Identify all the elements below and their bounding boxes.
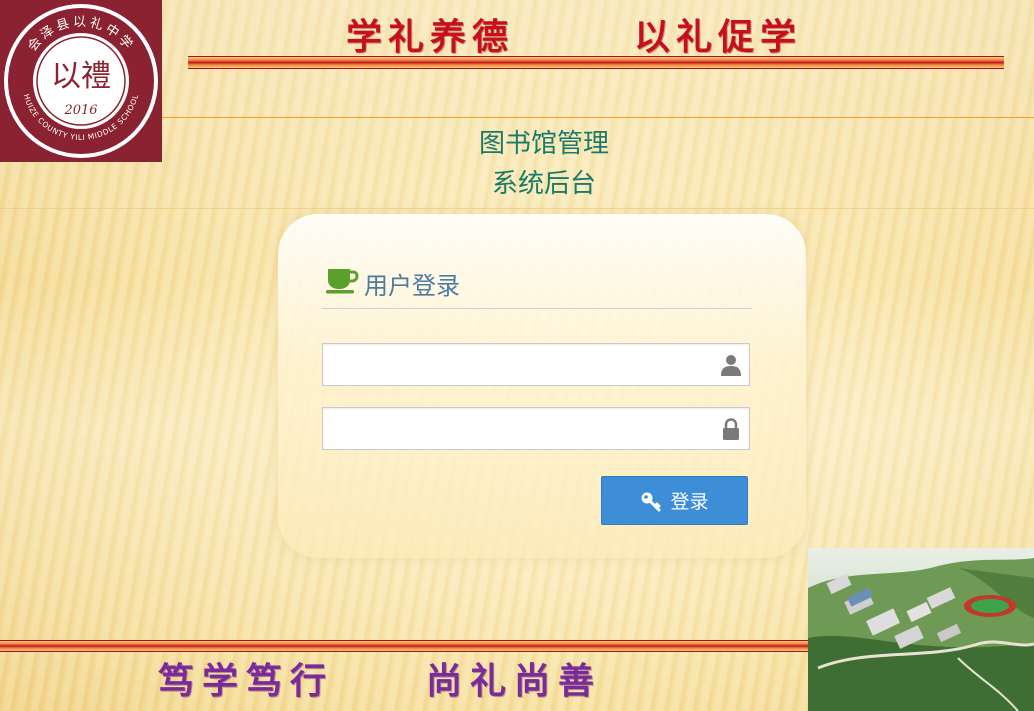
top-slogan-right: 以礼促学 (634, 16, 803, 58)
user-icon (721, 355, 741, 376)
top-slogan-left: 学礼养德 (346, 16, 515, 58)
password-input[interactable] (323, 408, 723, 449)
top-decorative-band (188, 56, 1004, 69)
login-button-label: 登录 (670, 491, 709, 513)
system-title-line2: 系统后台 (491, 169, 596, 199)
bottom-slogan-left: 笃学笃行 (158, 660, 335, 702)
coffee-cup-icon (326, 269, 359, 294)
key-icon (641, 492, 661, 511)
top-slogan: 学礼养德 以礼促学 (346, 8, 836, 58)
logo-year: 2016 (63, 103, 97, 118)
campus-aerial-photo (808, 548, 1034, 711)
login-title: 用户登录 (364, 272, 460, 300)
login-card: 用户登录 登录 (278, 214, 806, 558)
school-logo: 会泽县以礼中学 HUIZE COUNTY YILI MIDDLE SCHOOL … (0, 0, 162, 162)
login-card-header: 用户登录 (322, 264, 752, 309)
header-divider (162, 117, 1034, 118)
bottom-decorative-band (0, 640, 808, 652)
title-divider (0, 208, 1034, 209)
system-title: 图书馆管理 系统后台 (430, 124, 658, 204)
username-field[interactable] (322, 343, 750, 386)
username-input[interactable] (323, 344, 723, 385)
password-field[interactable] (322, 407, 750, 450)
login-button[interactable]: 登录 (601, 476, 748, 525)
bottom-slogan-right: 尚礼尚善 (426, 660, 603, 702)
bottom-slogan: 笃学笃行 尚礼尚善 (158, 652, 602, 706)
lock-icon (723, 418, 739, 440)
logo-mark: 以禮 (51, 59, 111, 94)
system-title-line1: 图书馆管理 (478, 129, 609, 159)
